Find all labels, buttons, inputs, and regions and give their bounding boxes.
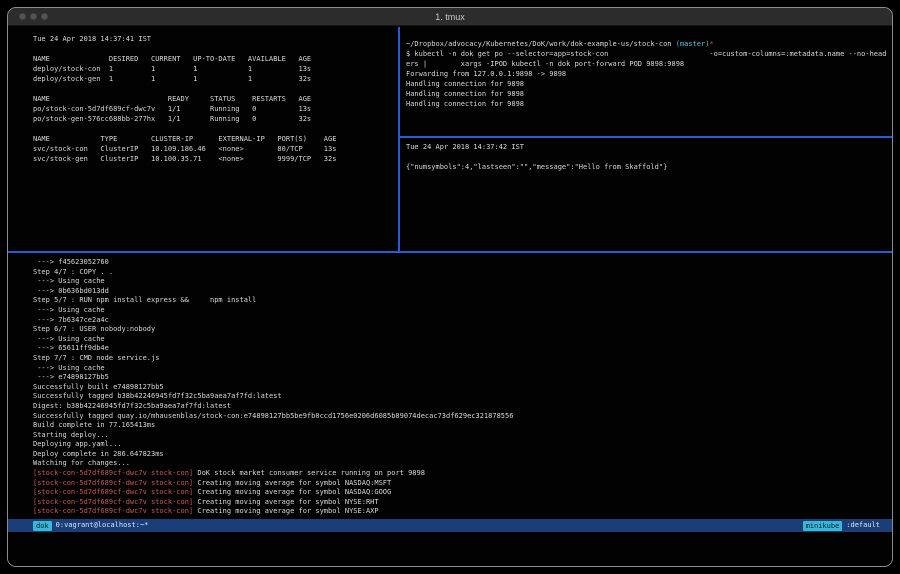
terminal-line: ---> Using cache (33, 364, 892, 374)
tmux-terminal: Tue 24 Apr 2018 14:37:41 IST NAME DESIRED… (8, 27, 892, 566)
terminal-line: [stock-con-5d7df689cf-dwc7v stock-con] C… (33, 498, 892, 508)
tmux-status-bar: dok 0:vagrant@localhost:~* minikube :def… (8, 519, 892, 532)
terminal-line: Build complete in 77.165413ms (33, 421, 892, 431)
kube-context-badge: minikube (803, 521, 843, 531)
terminal-line: Digest: b38b42246945fd7f32c5ba9aea7af7fd… (33, 402, 892, 412)
window-title: 1. tmux (8, 8, 892, 26)
terminal-line: Successfully built e74898127bb5 (33, 383, 892, 393)
terminal-window: 1. tmux Tue 24 Apr 2018 14:37:41 IST NAME… (7, 7, 893, 567)
pane-service-response[interactable]: Tue 24 Apr 2018 14:37:42 IST {"numsymbols… (400, 138, 892, 251)
terminal-line: Watching for changes... (33, 459, 892, 469)
terminal-line: ---> 0b636bd013dd (33, 287, 892, 297)
terminal-line: Step 7/7 : CMD node service.js (33, 354, 892, 364)
terminal-line: NAME READY STATUS RESTARTS AGE (33, 94, 398, 104)
top-pane-row: Tue 24 Apr 2018 14:37:41 IST NAME DESIRED… (8, 27, 892, 251)
terminal-line: $ kubectl -n dok get po --selector=app=s… (406, 49, 892, 59)
terminal-line: Forwarding from 127.0.0.1:9898 -> 9898 (406, 69, 892, 79)
active-window-label[interactable]: 0:vagrant@localhost:~* (56, 519, 149, 532)
terminal-line: ---> f45623052760 (33, 258, 892, 268)
terminal-line: ---> 65611ff9db4e (33, 344, 892, 354)
terminal-line: Step 6/7 : USER nobody:nobody (33, 325, 892, 335)
terminal-line: {"numsymbols":4,"lastseen":"","message":… (406, 162, 892, 172)
terminal-line: ---> Using cache (33, 335, 892, 345)
terminal-line: svc/stock-gen ClusterIP 10.100.35.71 <no… (33, 154, 398, 164)
terminal-line: Successfully tagged quay.io/mhausenblas/… (33, 412, 892, 422)
terminal-line: NAME TYPE CLUSTER-IP EXTERNAL-IP PORT(S)… (33, 134, 398, 144)
terminal-line: po/stock-gen-576cc688bb-277hx 1/1 Runnin… (33, 114, 398, 124)
session-name-badge[interactable]: dok (33, 521, 52, 531)
terminal-line (33, 44, 398, 54)
terminal-line: po/stock-con-5d7df689cf-dwc7v 1/1 Runnin… (33, 104, 398, 114)
kube-namespace-label: :default (846, 519, 880, 532)
terminal-line: ~/Dropbox/advocacy/Kubernetes/DoK/work/d… (406, 39, 892, 49)
pane-skaffold-build-log[interactable]: ---> f45623052760Step 4/7 : COPY . . ---… (8, 253, 892, 519)
terminal-line: deploy/stock-con 1 1 1 1 13s (33, 64, 398, 74)
status-bar-right: minikube :default (803, 519, 880, 532)
terminal-line: ---> Using cache (33, 277, 892, 287)
terminal-line: Tue 24 Apr 2018 14:37:42 IST (406, 142, 892, 152)
terminal-line: Handling connection for 9898 (406, 79, 892, 89)
terminal-line: NAME DESIRED CURRENT UP-TO-DATE AVAILABL… (33, 54, 398, 64)
window-titlebar[interactable]: 1. tmux (8, 8, 892, 26)
status-bar-left: dok 0:vagrant@localhost:~* (33, 519, 148, 532)
terminal-line: Tue 24 Apr 2018 14:37:41 IST (33, 34, 398, 44)
terminal-line: deploy/stock-gen 1 1 1 1 32s (33, 74, 398, 84)
terminal-line: Step 4/7 : COPY . . (33, 268, 892, 278)
terminal-line: [stock-con-5d7df689cf-dwc7v stock-con] D… (33, 469, 892, 479)
pane-kubectl-resources[interactable]: Tue 24 Apr 2018 14:37:41 IST NAME DESIRED… (8, 27, 398, 251)
terminal-line: Successfully tagged b38b42246945fd7f32c5… (33, 392, 892, 402)
terminal-line: Handling connection for 9898 (406, 89, 892, 99)
terminal-line: Handling connection for 9898 (406, 99, 892, 109)
terminal-line (33, 84, 398, 94)
terminal-line: Deploy complete in 286.647823ms (33, 450, 892, 460)
terminal-line: svc/stock-con ClusterIP 10.109.186.46 <n… (33, 144, 398, 154)
terminal-line: Step 5/7 : RUN npm install express && np… (33, 296, 892, 306)
pane-port-forward[interactable]: ~/Dropbox/advocacy/Kubernetes/DoK/work/d… (400, 27, 892, 136)
terminal-line: ---> Using cache (33, 306, 892, 316)
terminal-line: [stock-con-5d7df689cf-dwc7v stock-con] C… (33, 488, 892, 498)
terminal-line: ---> 7b6347ce2a4c (33, 316, 892, 326)
terminal-line: ers | xargs -IPOD kubectl -n dok port-fo… (406, 59, 892, 69)
terminal-line (33, 124, 398, 134)
terminal-line: Deploying app.yaml... (33, 440, 892, 450)
terminal-line: [stock-con-5d7df689cf-dwc7v stock-con] C… (33, 479, 892, 489)
terminal-line: Starting deploy... (33, 431, 892, 441)
terminal-line: ---> e74898127bb5 (33, 373, 892, 383)
terminal-line: [stock-con-5d7df689cf-dwc7v stock-con] C… (33, 507, 892, 517)
right-pane-column: ~/Dropbox/advocacy/Kubernetes/DoK/work/d… (400, 27, 892, 251)
terminal-line (406, 152, 892, 162)
